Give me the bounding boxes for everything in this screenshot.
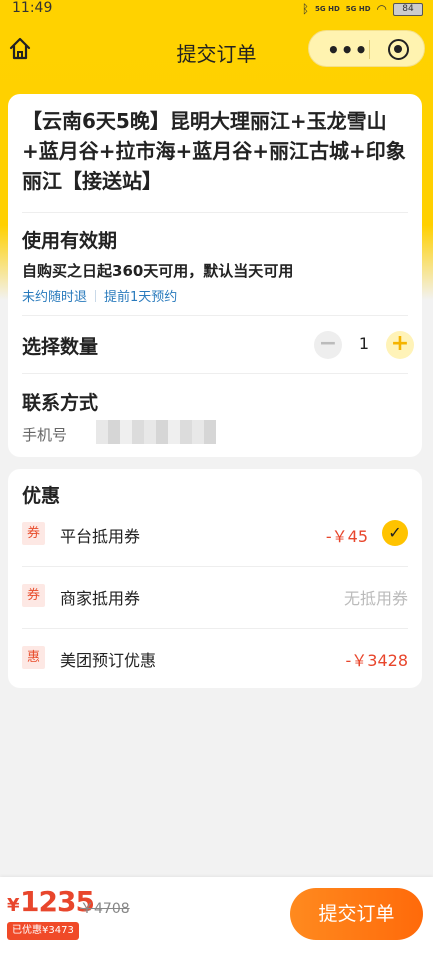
discount-badge: 惠: [22, 646, 45, 669]
quantity-value: 1: [358, 334, 370, 353]
capsule-divider: [369, 40, 370, 59]
divider: [22, 373, 408, 374]
divider: [22, 315, 408, 316]
mini-program-capsule: •••: [308, 30, 425, 67]
policy-tags: 未约随时退 提前1天预约: [22, 286, 177, 305]
benefit-amount: -￥45: [325, 527, 368, 546]
close-target-icon[interactable]: [388, 39, 409, 60]
tag-divider: [95, 289, 97, 302]
quantity-stepper: − 1 +: [314, 331, 414, 359]
contact-heading: 联系方式: [22, 392, 99, 414]
phone-label: 手机号: [22, 426, 68, 444]
platform-coupon-row[interactable]: 券 平台抵用券 -￥45 ✓: [22, 504, 408, 566]
reservation-tag: 提前1天预约: [104, 290, 178, 305]
signal-icon-2: 5G HD: [345, 4, 371, 13]
validity-text: 自购买之日起360天可用，默认当天可用: [22, 262, 294, 280]
checkmark-icon[interactable]: ✓: [382, 520, 408, 546]
status-bar: 11:49 ᛒ 5G HD 5G HD ◠ 84: [0, 0, 433, 20]
benefit-label: 平台抵用券: [60, 527, 141, 546]
battery-icon: 84: [393, 2, 423, 16]
checkout-bar: ¥ 1235 ￥4708 已优惠¥3473 提交订单: [0, 877, 433, 955]
submit-order-button[interactable]: 提交订单: [290, 888, 423, 940]
booking-discount-row: 惠 美团预订优惠 -￥3428: [22, 628, 408, 690]
coupon-badge: 券: [22, 584, 45, 607]
order-info-card: 【云南6天5晚】昆明大理丽江+玉龙雪山+蓝月谷+拉市海+蓝月谷+丽江古城+印象丽…: [8, 94, 422, 457]
currency-symbol: ¥: [7, 895, 20, 916]
refund-tag: 未约随时退: [22, 290, 88, 305]
benefit-amount: 无抵用券: [343, 589, 408, 608]
coupon-badge: 券: [22, 522, 45, 545]
original-price: ￥4708: [80, 901, 130, 917]
benefits-card: 优惠 券 平台抵用券 -￥45 ✓ 券 商家抵用券 无抵用券 惠 美团预订优惠 …: [8, 469, 422, 688]
validity-heading: 使用有效期: [22, 230, 118, 252]
bluetooth-icon: ᛒ: [301, 2, 310, 16]
phone-field[interactable]: [96, 420, 216, 444]
status-time: 11:49: [12, 0, 53, 16]
quantity-heading: 选择数量: [22, 336, 99, 358]
more-button[interactable]: •••: [327, 38, 368, 62]
discount-badge[interactable]: 已优惠¥3473: [7, 922, 79, 940]
benefit-label: 商家抵用券: [60, 589, 141, 608]
navbar: 提交订单 •••: [0, 28, 433, 72]
decrease-button[interactable]: −: [314, 331, 342, 359]
increase-button[interactable]: +: [386, 331, 414, 359]
status-icons: ᛒ 5G HD 5G HD ◠ 84: [302, 2, 423, 16]
divider: [22, 212, 408, 213]
benefit-label: 美团预订优惠: [60, 651, 157, 670]
merchant-coupon-row[interactable]: 券 商家抵用券 无抵用券: [22, 566, 408, 628]
signal-icon: 5G HD: [315, 4, 340, 13]
benefit-amount: -￥3428: [345, 651, 409, 670]
product-title: 【云南6天5晚】昆明大理丽江+玉龙雪山+蓝月谷+拉市海+蓝月谷+丽江古城+印象丽…: [22, 109, 406, 193]
wifi-icon: ◠: [376, 2, 387, 16]
